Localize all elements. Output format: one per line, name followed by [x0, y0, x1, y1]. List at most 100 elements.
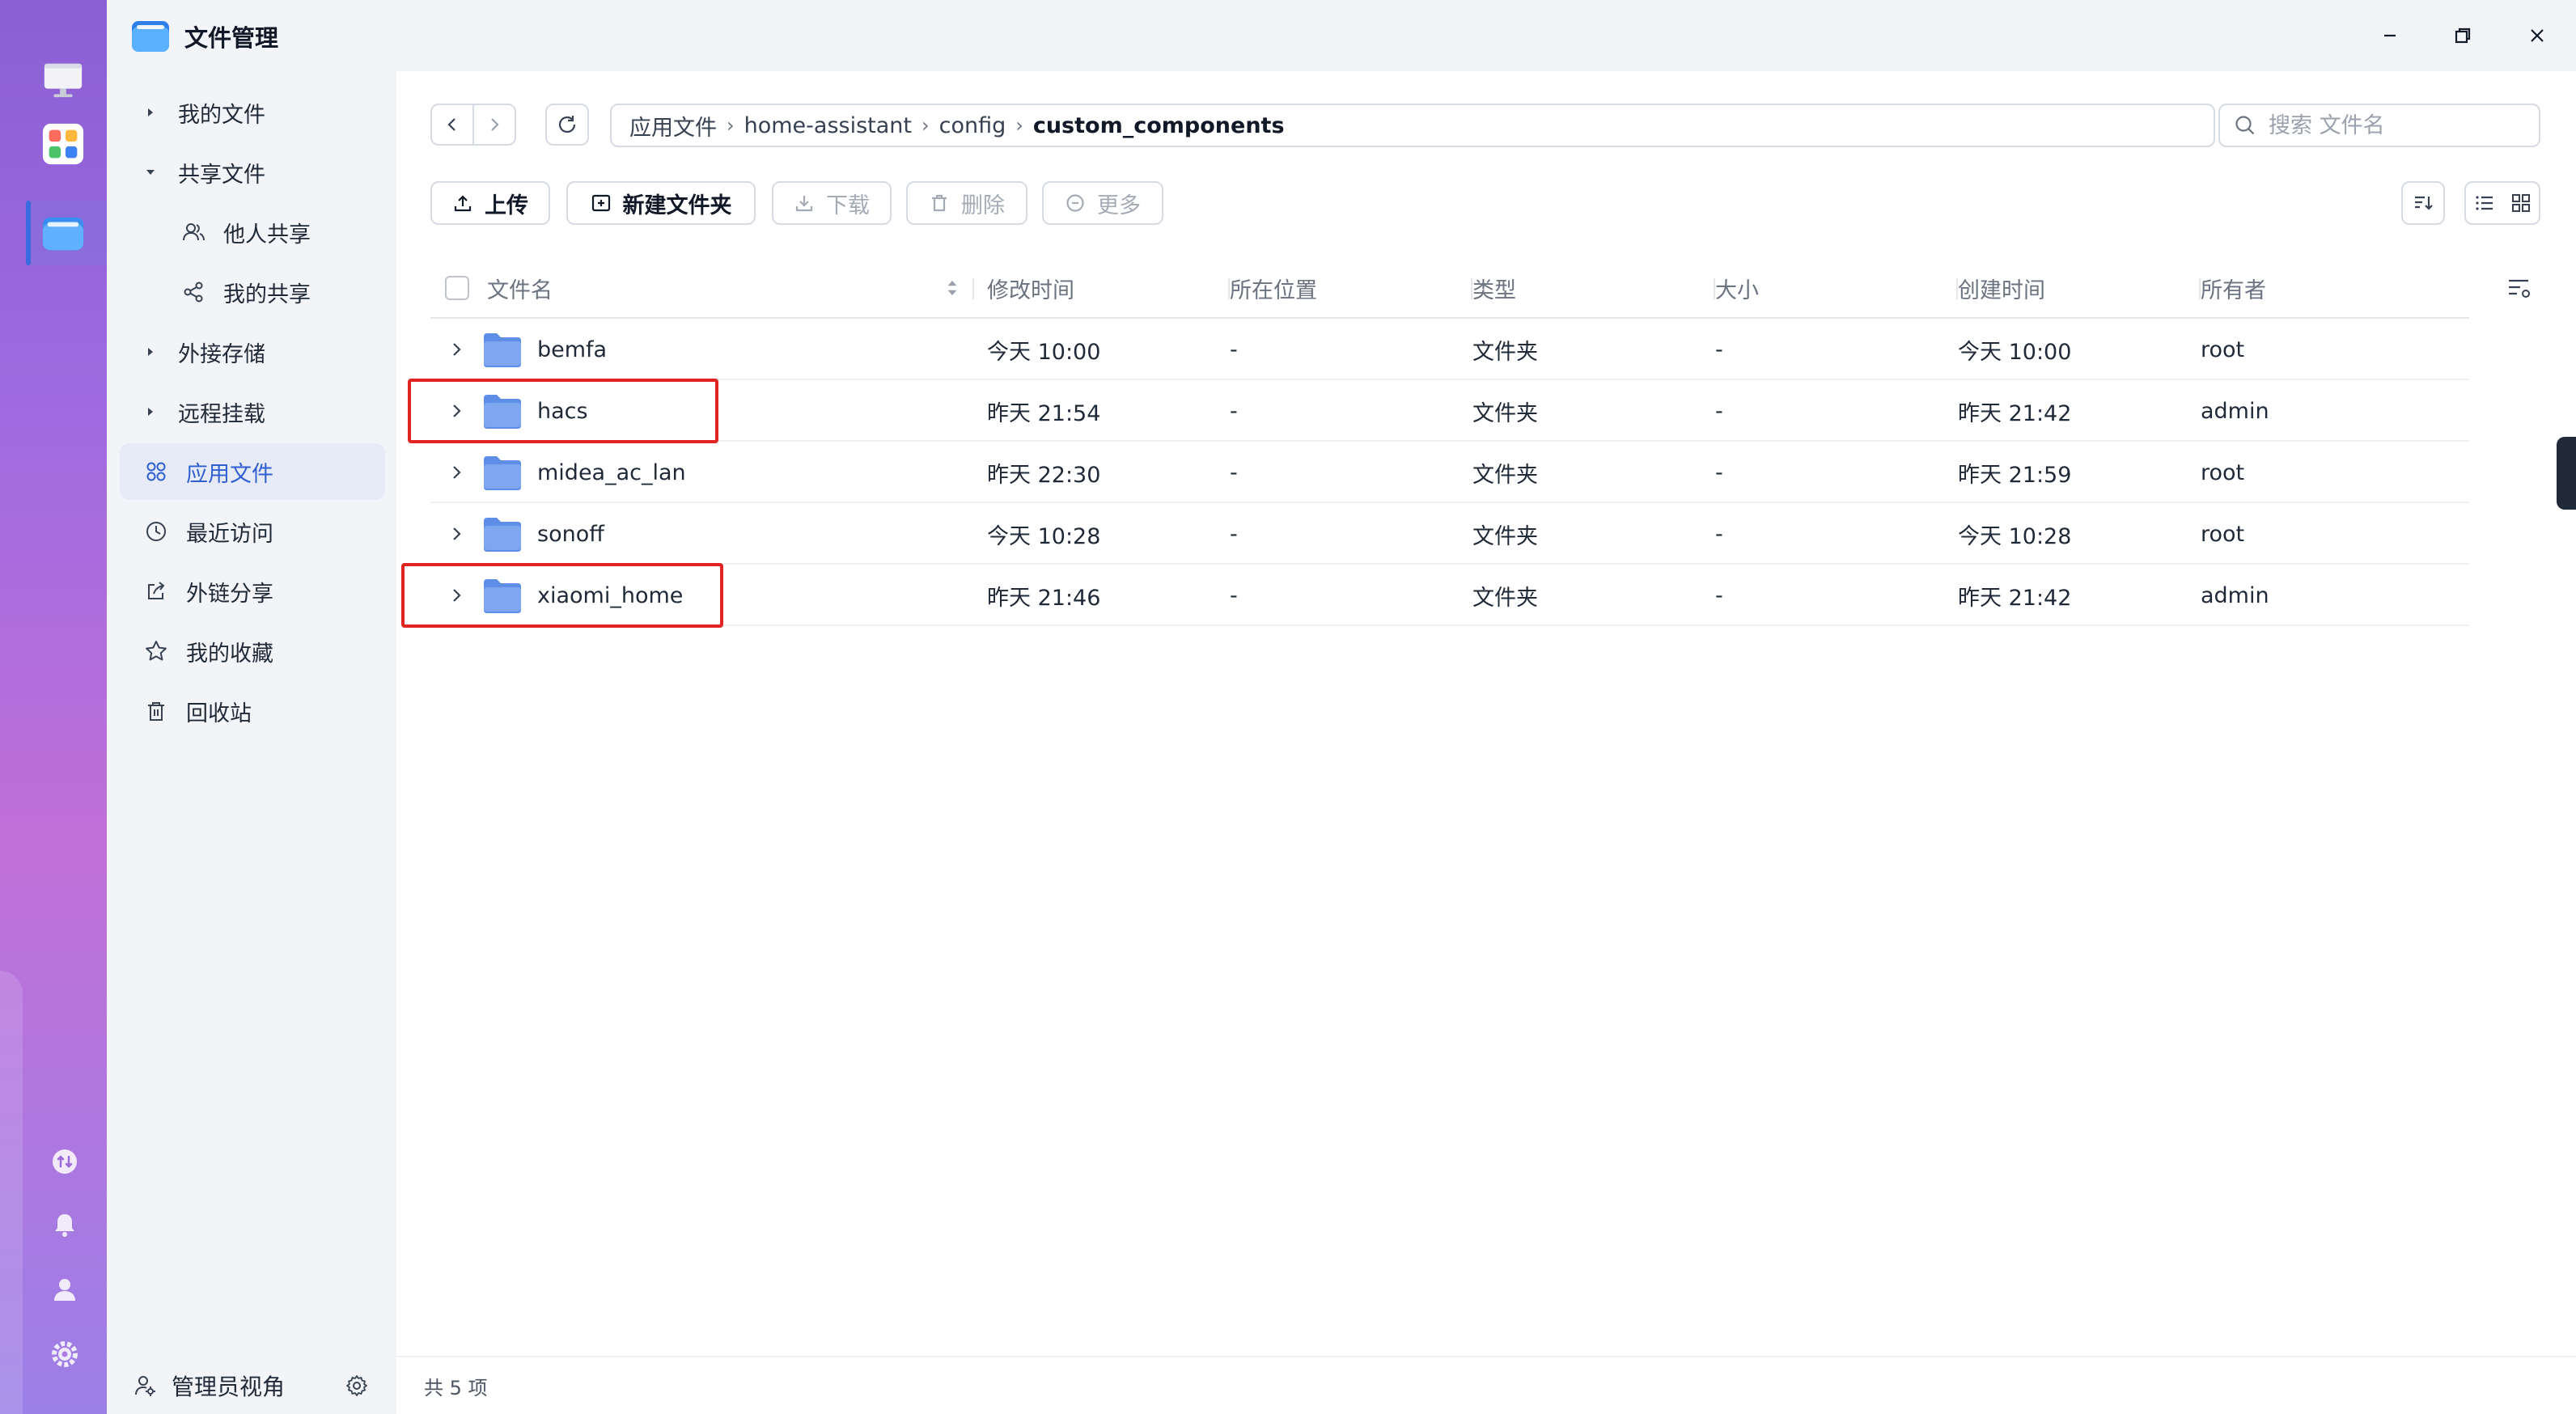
item-count: 共 5 项: [424, 1376, 488, 1399]
admin-view-toggle[interactable]: 管理员视角: [107, 1357, 396, 1414]
sidebar-item-external-storage[interactable]: 外接存储: [120, 324, 385, 380]
refresh-icon: [558, 116, 576, 133]
cell-size: -: [1715, 398, 1723, 424]
sidebar-item-recycle-bin[interactable]: 回收站: [120, 683, 385, 739]
cell-created: 昨天 21:42: [1958, 585, 2072, 611]
table-row[interactable]: sonoff 今天 10:28 - 文件夹 - 今天 10:28 root: [430, 503, 2469, 565]
breadcrumb-separator: ›: [727, 114, 735, 137]
cell-location: -: [1230, 337, 1238, 362]
sidebar-item-my-shares[interactable]: 我的共享: [120, 264, 385, 320]
column-label: 所在位置: [1230, 277, 1317, 303]
sidebar-item-app-files[interactable]: 应用文件: [120, 443, 385, 500]
sidebar-item-shared-with-me[interactable]: 他人共享: [120, 204, 385, 260]
sidebar-item-link-shares[interactable]: 外链分享: [120, 563, 385, 620]
cell-owner: root: [2201, 459, 2245, 485]
cell-modified: 今天 10:28: [987, 523, 1101, 549]
history-nav: [430, 104, 516, 146]
cell-modified: 昨天 22:30: [987, 462, 1101, 488]
file-manager-app-icon[interactable]: [40, 210, 86, 256]
sidebar-item-label: 远程挂载: [178, 401, 265, 427]
sidebar-item-favorites[interactable]: 我的收藏: [120, 623, 385, 679]
column-header-name[interactable]: 文件名: [487, 257, 974, 319]
more-button[interactable]: 更多: [1042, 181, 1163, 225]
expand-chevron-icon[interactable]: [447, 463, 466, 482]
column-header-owner[interactable]: 所有者: [2201, 257, 2443, 319]
cell-name[interactable]: midea_ac_lan: [537, 442, 686, 503]
new-folder-button[interactable]: 新建文件夹: [566, 181, 756, 225]
more-label: 更多: [1097, 193, 1141, 218]
external-link-icon: [142, 578, 170, 605]
cell-modified: 今天 10:00: [987, 339, 1101, 365]
caret-right-icon[interactable]: [142, 405, 159, 418]
sort-toggle-icon[interactable]: [945, 277, 960, 299]
settings-gear-icon[interactable]: [49, 1338, 81, 1370]
download-button[interactable]: 下载: [772, 181, 892, 225]
column-header-location[interactable]: 所在位置: [1230, 257, 1472, 319]
user-icon[interactable]: [49, 1273, 81, 1306]
transfer-icon[interactable]: [49, 1145, 81, 1178]
grid-view-button[interactable]: [2502, 183, 2539, 223]
caret-right-icon[interactable]: [142, 106, 159, 119]
column-settings-icon: [2509, 279, 2530, 298]
column-label: 创建时间: [1958, 277, 2045, 303]
cell-name[interactable]: sonoff: [537, 503, 604, 565]
maximize-button[interactable]: [2445, 18, 2481, 53]
cell-created: 昨天 21:42: [1958, 400, 2072, 426]
star-icon: [142, 637, 170, 665]
cell-owner: root: [2201, 521, 2245, 547]
monitor-app-icon[interactable]: [40, 57, 86, 102]
delete-button[interactable]: 删除: [906, 181, 1027, 225]
sidebar-item-remote-mount[interactable]: 远程挂载: [120, 383, 385, 440]
table-row[interactable]: bemfa 今天 10:00 - 文件夹 - 今天 10:00 root: [430, 319, 2469, 380]
app-center-icon[interactable]: [40, 121, 86, 167]
column-header-modified[interactable]: 修改时间: [987, 257, 1230, 319]
chevron-right-icon: [491, 118, 499, 131]
bell-icon[interactable]: [49, 1209, 81, 1241]
side-drawer-handle[interactable]: [2557, 437, 2576, 510]
restore-icon: [2455, 28, 2471, 44]
column-header-type[interactable]: 类型: [1472, 257, 1715, 319]
refresh-button[interactable]: [545, 104, 589, 146]
column-settings-button[interactable]: [2503, 272, 2536, 304]
breadcrumb-item-current[interactable]: custom_components: [1033, 113, 1285, 138]
breadcrumb-item-app-files[interactable]: 应用文件: [629, 110, 717, 142]
sidebar-item-shared-files[interactable]: 共享文件: [120, 144, 385, 201]
column-header-size[interactable]: 大小: [1715, 257, 1958, 319]
caret-down-icon[interactable]: [142, 166, 159, 179]
users-icon: [180, 218, 207, 246]
list-view-button[interactable]: [2466, 183, 2502, 223]
sidebar-item-label: 我的文件: [178, 102, 265, 128]
admin-user-icon: [131, 1372, 159, 1399]
status-bar: 共 5 项: [396, 1356, 2576, 1414]
cell-name[interactable]: bemfa: [537, 319, 607, 380]
select-all-checkbox[interactable]: [445, 257, 469, 319]
column-label: 大小: [1715, 277, 1759, 303]
back-button[interactable]: [432, 105, 474, 144]
table-row[interactable]: xiaomi_home 昨天 21:46- 文件夹 - 昨天 21:42 admin: [430, 565, 2469, 626]
cell-location: -: [1230, 582, 1238, 608]
expand-chevron-icon[interactable]: [447, 524, 466, 544]
breadcrumb-item-config[interactable]: config: [939, 113, 1006, 138]
caret-right-icon[interactable]: [142, 345, 159, 358]
sidebar-item-label: 共享文件: [178, 162, 265, 188]
expand-chevron-icon[interactable]: [447, 340, 466, 359]
sidebar-item-recent[interactable]: 最近访问: [120, 503, 385, 560]
cell-type: 文件夹: [1472, 462, 1538, 488]
sidebar-settings-gear-icon[interactable]: [343, 1372, 371, 1399]
trash-icon: [142, 697, 170, 725]
sidebar-item-label: 外链分享: [186, 581, 273, 607]
table-row[interactable]: midea_ac_lan 昨天 22:30 - 文件夹 - 昨天 21:59 root: [430, 442, 2469, 503]
breadcrumb-item-home-assistant[interactable]: home-assistant: [744, 113, 912, 138]
cell-type: 文件夹: [1472, 339, 1538, 365]
forward-button[interactable]: [474, 105, 515, 144]
cell-location: -: [1230, 521, 1238, 547]
sidebar-item-my-files[interactable]: 我的文件: [120, 84, 385, 141]
close-button[interactable]: [2519, 18, 2555, 53]
upload-button[interactable]: 上传: [430, 181, 550, 225]
minimize-button[interactable]: [2372, 18, 2408, 53]
column-header-created[interactable]: 创建时间: [1958, 257, 2201, 319]
search-input[interactable]: [2269, 112, 2527, 138]
table-row[interactable]: hacs 昨天 21:54- 文件夹 - 昨天 21:42 admin: [430, 380, 2469, 442]
sort-icon: [2415, 196, 2433, 210]
sort-button[interactable]: [2401, 181, 2445, 225]
